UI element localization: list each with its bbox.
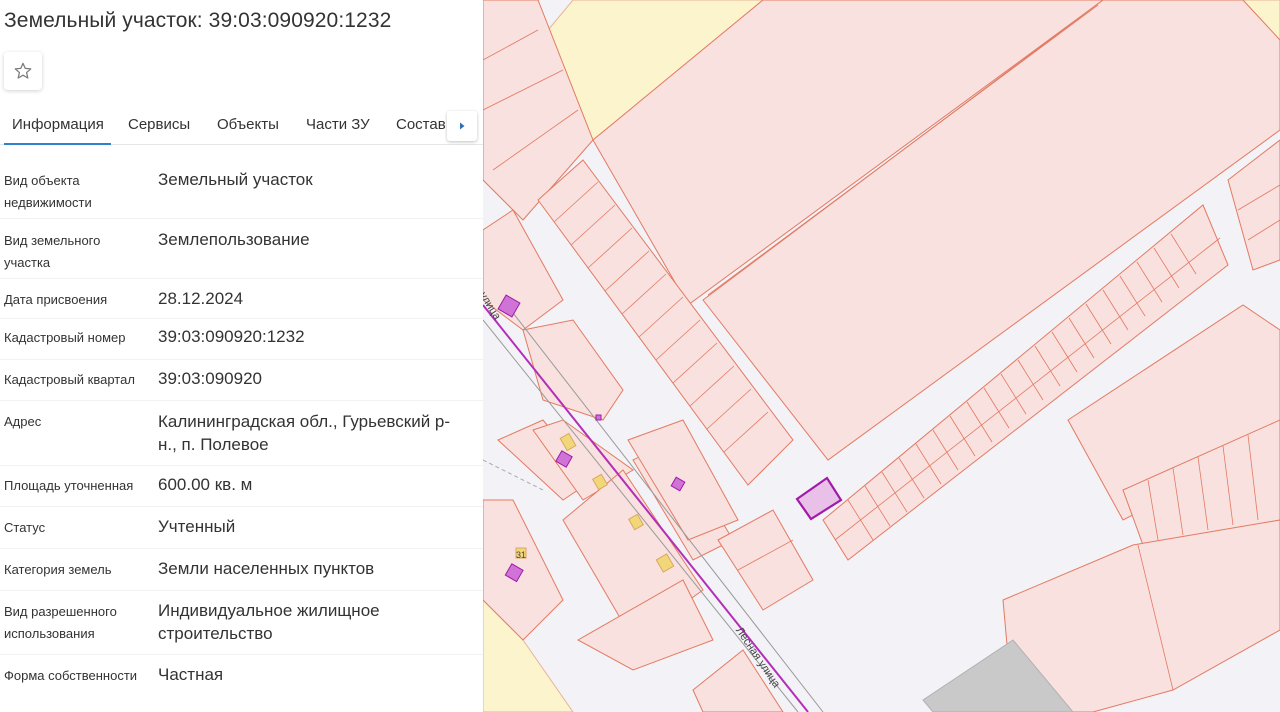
divider (0, 400, 483, 401)
caret-right-icon (460, 122, 465, 130)
tab-objects[interactable]: Объекты (217, 116, 279, 133)
info-label: Вид разрешенного использования (4, 604, 117, 641)
parcel[interactable] (522, 319, 624, 421)
tab-services[interactable]: Сервисы (128, 116, 190, 133)
favorite-button[interactable] (4, 52, 42, 90)
info-label: Вид объекта недвижимости (4, 173, 92, 210)
info-value: Частная (158, 665, 224, 684)
tab-parcel-parts[interactable]: Части ЗУ (306, 116, 370, 133)
map-canvas[interactable] (483, 0, 1280, 712)
star-outline-icon (14, 62, 32, 79)
info-value: 28.12.2024 (158, 289, 244, 308)
info-value: Земельный участок (158, 170, 313, 189)
divider (0, 654, 483, 655)
info-value: Калининградская обл., Гурьевский р-н., п… (158, 412, 451, 454)
info-label: Кадастровый номер (4, 330, 126, 345)
info-value: Земли населенных пунктов (158, 559, 375, 578)
tab-composition[interactable]: Состав (396, 116, 446, 133)
divider (0, 359, 483, 360)
info-value[interactable]: 39:03:090920:1232 (158, 325, 463, 348)
cadastral-map[interactable]: улица Лесная улица 31 (483, 0, 1280, 712)
divider (0, 318, 483, 319)
divider (0, 506, 483, 507)
tab-bar: Информация Сервисы Объекты Части ЗУ Сост… (0, 108, 483, 145)
info-label: Вид земельного участка (4, 233, 101, 270)
divider (0, 218, 483, 219)
info-label: Статус (4, 520, 46, 535)
info-value: Индивидуальное жилищное строительство (158, 601, 380, 643)
divider (0, 548, 483, 549)
house-number-label: 31 (516, 550, 527, 560)
info-label: Дата присвоения (4, 292, 108, 307)
tabs-scroll-right-button[interactable] (447, 111, 477, 141)
info-value: 600.00 кв. м (158, 475, 253, 494)
page-title: Земельный участок: 39:03:090920:1232 (4, 9, 392, 32)
info-label: Площадь уточненная (4, 478, 134, 493)
info-label: Форма собственности (4, 668, 138, 683)
info-label: Категория земель (4, 562, 112, 577)
info-value[interactable]: 39:03:090920 (158, 367, 463, 390)
tab-information[interactable]: Информация (4, 116, 111, 145)
divider (0, 590, 483, 591)
building (595, 414, 602, 421)
info-panel: Земельный участок: 39:03:090920:1232 Инф… (0, 0, 483, 712)
info-label: Адрес (4, 414, 42, 429)
divider (0, 278, 483, 279)
info-value: Учтенный (158, 517, 236, 536)
divider (0, 465, 483, 466)
info-label: Кадастровый квартал (4, 372, 135, 387)
info-value: Землепользование (158, 230, 310, 249)
